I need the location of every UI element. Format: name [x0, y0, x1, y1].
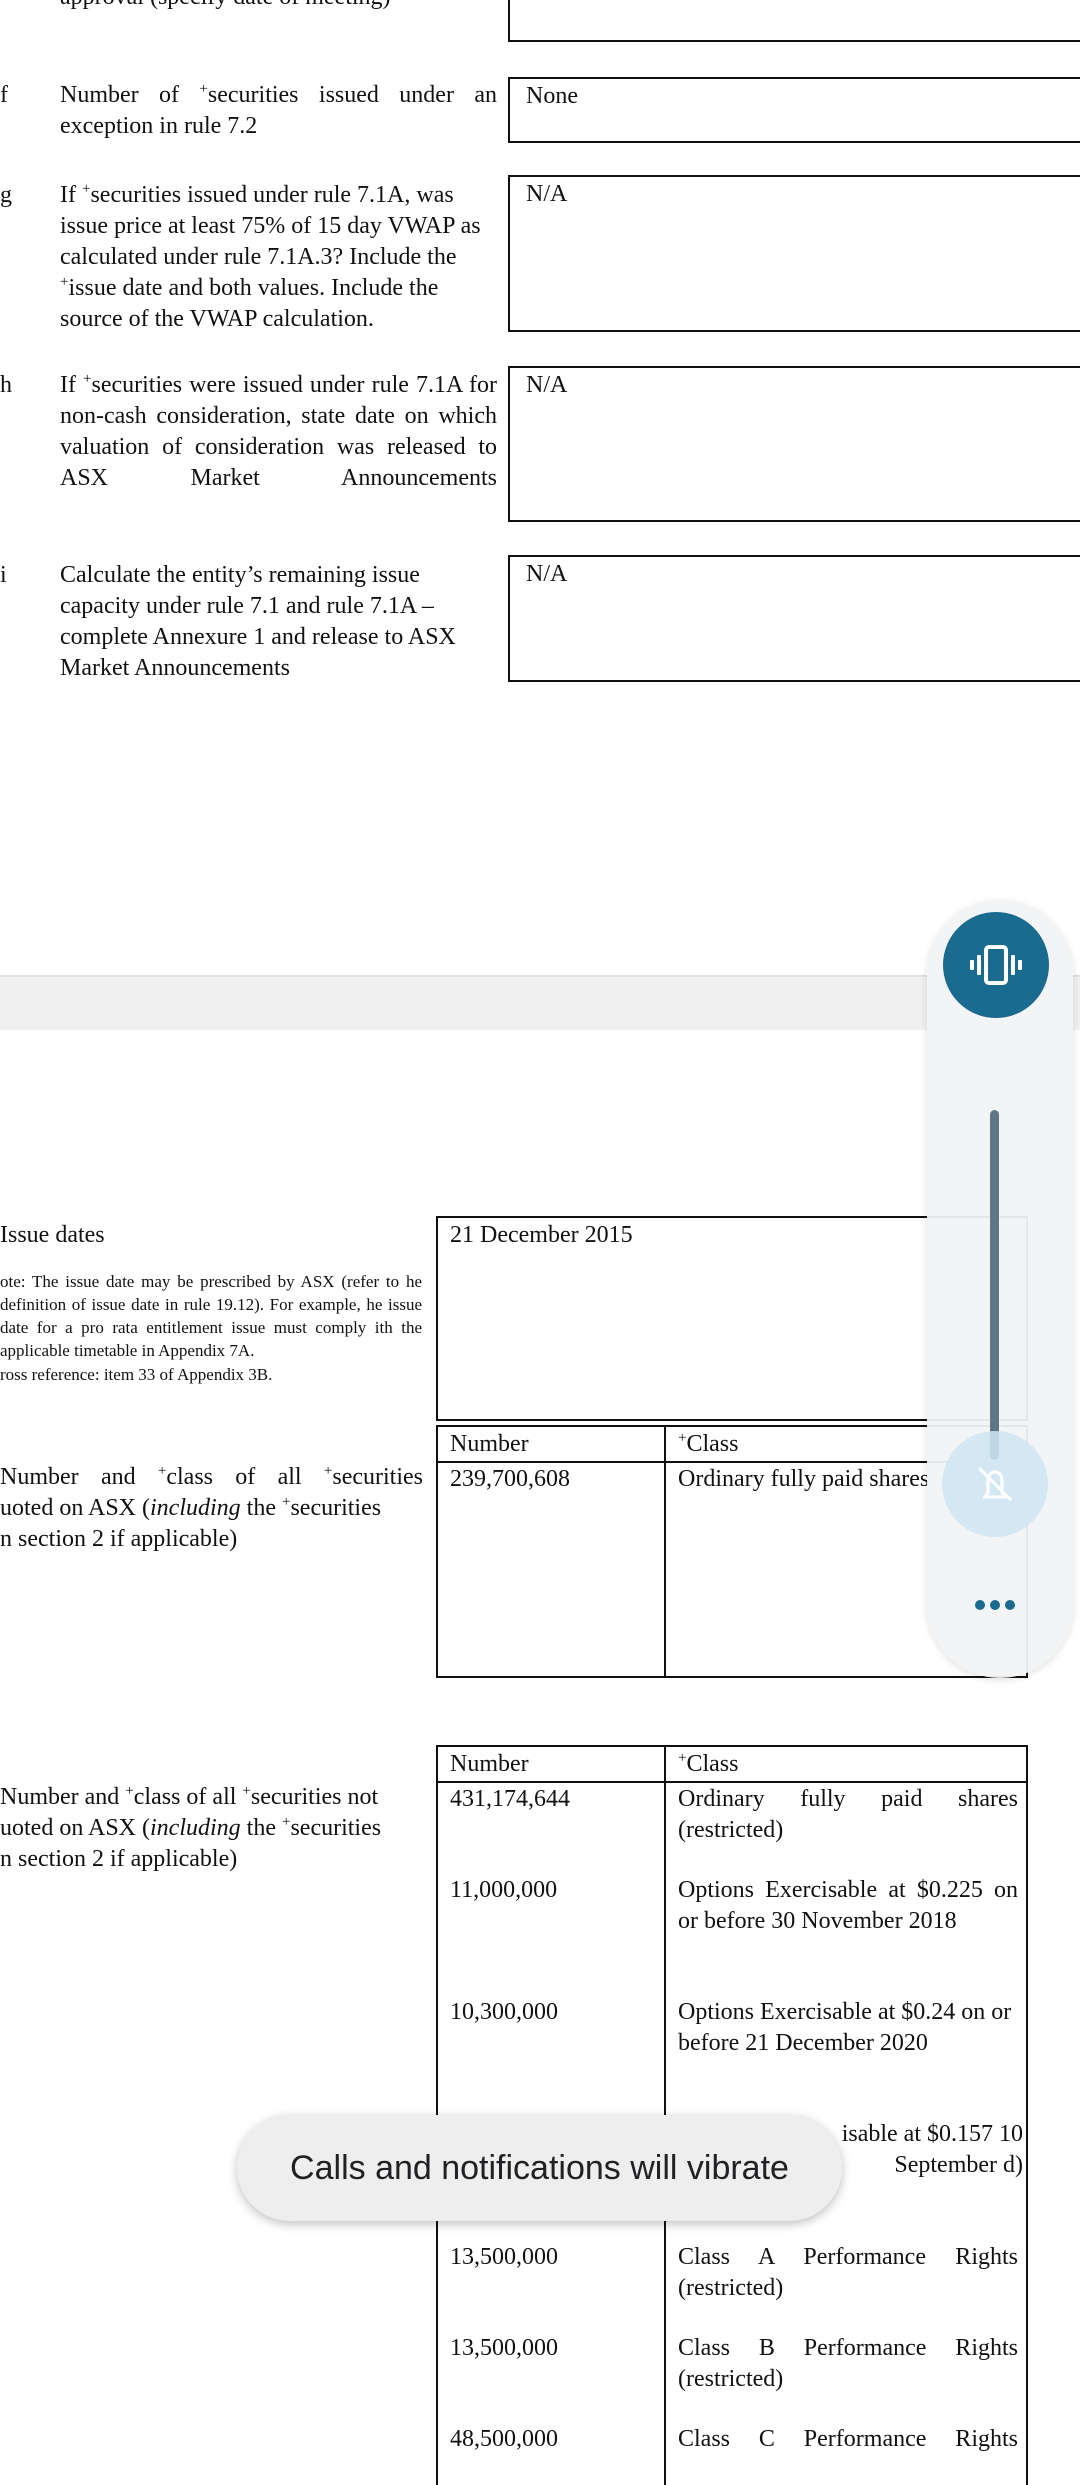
- volume-slider-track[interactable]: [990, 1110, 999, 1460]
- table-row-number: 431,174,644: [450, 1786, 570, 1812]
- not-quoted-securities-label: Number and +class of all +securities not…: [0, 1783, 382, 1873]
- value-box-previous: [508, 0, 1080, 42]
- table-row-class: Ordinary fully paid shares (restricted): [678, 1786, 1018, 1843]
- quoted-header-class: +Class: [678, 1430, 739, 1458]
- row-letter-f: f: [0, 82, 8, 108]
- row-i-value-box: N/A: [508, 555, 1080, 682]
- document-page-1: approval (specify date of meeting) f Num…: [0, 0, 1080, 975]
- row-h-value: N/A: [526, 372, 568, 398]
- table-row-class-partial: isable at $0.157 10 September d): [841, 2121, 1023, 2178]
- quoted-securities-label: Number and +class of all +securities uot…: [0, 1463, 423, 1553]
- not-quoted-header-divider: [438, 1781, 1026, 1783]
- toast-message: Calls and notifications will vibrate: [290, 2148, 789, 2187]
- row-h-value-box: N/A: [508, 366, 1080, 522]
- more-dots-icon: [975, 1600, 1015, 1610]
- table-row-class: Class A Performance Rights (restricted): [678, 2244, 1018, 2301]
- issue-dates-cross-reference: ross reference: item 33 of Appendix 3B.: [0, 1365, 273, 1384]
- row-letter-i: i: [0, 562, 7, 588]
- quoted-header-number: Number: [450, 1431, 529, 1457]
- issue-dates-label: Issue dates: [0, 1222, 105, 1248]
- table-row-number: 48,500,000: [450, 2426, 558, 2452]
- row-i-question: Calculate the entity’s remaining issue c…: [60, 562, 456, 681]
- row-g-value: N/A: [526, 181, 568, 207]
- row-g-value-box: N/A: [508, 175, 1080, 332]
- table-row-class: Class B Performance Rights (restricted): [678, 2335, 1018, 2392]
- quoted-row-class: Ordinary fully paid shares: [678, 1466, 930, 1492]
- row-f-value-box: None: [508, 77, 1080, 143]
- table-row-class: Class C Performance Rights: [678, 2426, 1018, 2452]
- row-g-question: If +securities issued under rule 7.1A, w…: [60, 181, 481, 333]
- row-letter-g: g: [0, 182, 12, 208]
- not-quoted-header-class: +Class: [678, 1750, 739, 1778]
- toast: Calls and notifications will vibrate: [237, 2115, 842, 2221]
- ringer-mode-button[interactable]: [943, 912, 1049, 1018]
- mute-button[interactable]: [942, 1431, 1048, 1537]
- notifications-off-icon: [977, 1466, 1013, 1502]
- row-f-question: Number of +securities issued under an ex…: [60, 81, 497, 140]
- table-row-number: 13,500,000: [450, 2244, 558, 2270]
- row-i-value: N/A: [526, 561, 568, 587]
- table-row-class: Options Exercisable at $0.225 on or befo…: [678, 1877, 1018, 1934]
- row-f-value: None: [526, 83, 578, 109]
- table-row-class: Options Exercisable at $0.24 on or befor…: [678, 1999, 1012, 2056]
- page-separator: [0, 975, 1080, 1030]
- table-row-number: 10,300,000: [450, 1999, 558, 2025]
- table-row-number: 11,000,000: [450, 1877, 558, 1903]
- table-row-number: 13,500,000: [450, 2335, 558, 2361]
- not-quoted-header-number: Number: [450, 1751, 529, 1777]
- vibrate-icon: [970, 945, 1022, 985]
- row-h-question: If +securities were issued under rule 7.…: [60, 371, 497, 492]
- cut-top-text: approval (specify date of meeting): [60, 0, 490, 13]
- quoted-column-divider: [664, 1427, 666, 1676]
- issue-date-value: 21 December 2015: [450, 1222, 633, 1248]
- issue-dates-note: ote: The issue date may be prescribed by…: [0, 1272, 422, 1360]
- quoted-row-number: 239,700,608: [450, 1466, 570, 1492]
- volume-more-button[interactable]: [970, 1590, 1020, 1620]
- row-letter-h: h: [0, 372, 12, 398]
- document-page-2: Issue dates ote: The issue date may be p…: [0, 1030, 1080, 2485]
